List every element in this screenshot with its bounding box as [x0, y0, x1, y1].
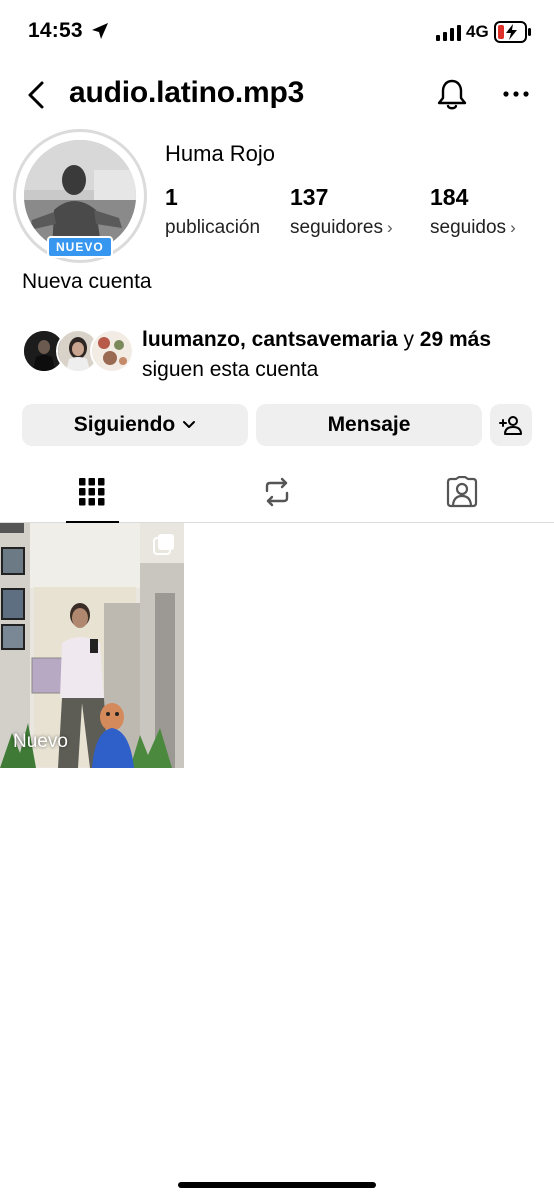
stat-followers-label: seguidores	[290, 217, 383, 238]
followed-by-text: luumanzo, cantsavemaria y 29 más siguen …	[142, 325, 532, 385]
following-button[interactable]: Siguiendo	[22, 404, 248, 446]
back-arrow-icon[interactable]	[24, 80, 48, 110]
profile-tabs	[0, 470, 554, 523]
stat-following-label: seguidos	[430, 217, 507, 238]
followed-by-count: 29	[419, 328, 444, 351]
tagged-icon[interactable]	[446, 476, 478, 508]
stat-posts-count: 1	[165, 184, 178, 210]
message-button-label: Mensaje	[327, 413, 411, 436]
post-label: Nuevo	[13, 731, 68, 752]
profile-bio: Nueva cuenta	[22, 270, 152, 293]
following-button-label: Siguiendo	[73, 413, 176, 436]
add-person-icon	[499, 416, 522, 435]
message-button[interactable]: Mensaje	[256, 404, 482, 446]
profile-header: audio.latino.mp3	[0, 70, 554, 120]
location-arrow-icon	[92, 23, 108, 39]
follower-avatar	[90, 329, 134, 373]
new-account-badge: NUEVO	[47, 236, 113, 258]
followed-by-names[interactable]: luumanzo, cantsavemaria	[142, 328, 398, 351]
signal-bars-icon	[436, 25, 461, 41]
battery-charging-icon	[494, 21, 531, 43]
chevron-right-icon: ›	[386, 218, 393, 237]
stat-followers-count: 137	[290, 184, 329, 210]
chevron-right-icon: ›	[510, 218, 516, 237]
post-thumbnail[interactable]: Nuevo	[0, 523, 184, 768]
more-options-icon[interactable]	[503, 90, 529, 98]
home-indicator[interactable]	[178, 1182, 376, 1188]
profile-username: audio.latino.mp3	[69, 76, 305, 109]
profile-full-name: Huma Rojo	[165, 141, 276, 166]
network-type: 4G	[466, 22, 489, 41]
stat-following-count: 184	[430, 184, 469, 210]
status-bar: 14:53 4G	[0, 0, 554, 66]
reposts-icon[interactable]	[262, 476, 292, 508]
stat-posts-label: publicación	[165, 217, 261, 238]
bell-icon[interactable]	[436, 78, 468, 112]
status-time: 14:53	[28, 19, 83, 42]
followed-by-connector: y	[403, 328, 414, 351]
stat-following[interactable]: 184 seguidos ›	[430, 184, 516, 239]
followed-by-more: más	[449, 328, 492, 351]
grid-icon[interactable]	[79, 478, 105, 506]
stat-posts[interactable]: 1 publicación	[165, 184, 260, 239]
chevron-down-icon	[183, 421, 196, 428]
carousel-icon	[153, 534, 174, 555]
stat-followers[interactable]: 137 seguidores ›	[290, 184, 393, 239]
suggest-people-button[interactable]	[490, 404, 532, 446]
followed-by-suffix: siguen esta cuenta	[142, 358, 319, 381]
